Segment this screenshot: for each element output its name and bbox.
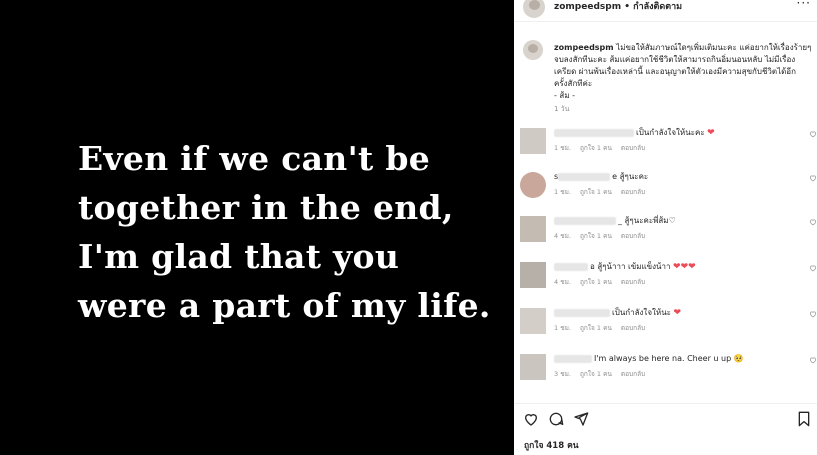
- author-avatar[interactable]: [523, 0, 545, 18]
- like-count[interactable]: ถูกใจ 418 คน: [524, 438, 579, 452]
- post-image: Even if we can't be together in the end,…: [0, 0, 514, 455]
- comment-meta: 3 ชม. ถูกใจ 1 คน ตอบกลับ: [554, 369, 654, 379]
- comment-meta: 1 ชม. ถูกใจ 1 คน ตอบกลับ: [554, 187, 654, 197]
- comment-likes[interactable]: ถูกใจ 1 คน: [580, 188, 612, 196]
- commenter-avatar[interactable]: [520, 172, 546, 198]
- comment-text: e สู้ๆนะคะ: [612, 172, 649, 181]
- comment-text: I'm always be here na. Cheer u up: [594, 354, 732, 363]
- comment-time: 4 ชม.: [554, 278, 571, 286]
- post-caption: zompeedspm ไม่ขอให้สัมภาษณ์ใดๆเพิ่มเติมน…: [554, 42, 812, 102]
- caption-signature: - ส้ม -: [554, 91, 576, 100]
- reply-button[interactable]: ตอบกลับ: [621, 188, 645, 196]
- comment-time: 1 ชม.: [554, 144, 571, 152]
- comment-meta: 4 ชม. ถูกใจ 1 คน ตอบกลับ: [554, 231, 654, 241]
- comment-text: เป็นกำลังใจให้นะ: [612, 308, 671, 317]
- more-options-icon[interactable]: ···: [797, 0, 811, 10]
- commenter-avatar[interactable]: [520, 308, 546, 334]
- comment-text-line: se สู้ๆนะคะ: [554, 171, 648, 183]
- hearts-emoji: ❤❤❤: [673, 262, 696, 272]
- comment-item: _ สู้ๆนะคะพี่ส้ม♡ 4 ชม. ถูกใจ 1 คน ตอบกลับ: [514, 216, 817, 256]
- comment-item: เป็นกำลังใจให้นะ ❤ 1 ชม. ถูกใจ 1 คน ตอบกลั…: [514, 308, 817, 348]
- blurred-username: [554, 128, 634, 137]
- comment-text: เป็นกำลังใจให้นะคะ: [636, 128, 705, 137]
- comment-likes[interactable]: ถูกใจ 1 คน: [580, 370, 612, 378]
- author-username[interactable]: zompeedspm: [554, 2, 621, 12]
- heart-outline-icon[interactable]: [809, 218, 817, 226]
- following-button[interactable]: กำลังติดตาม: [633, 2, 682, 12]
- blurred-username: [558, 172, 611, 181]
- comment-time: 3 ชม.: [554, 370, 571, 378]
- header-line: zompeedspm • กำลังติดตาม: [554, 0, 682, 13]
- commenter-avatar[interactable]: [520, 354, 546, 380]
- reply-button[interactable]: ตอบกลับ: [621, 370, 645, 378]
- comment-likes[interactable]: ถูกใจ 1 คน: [580, 278, 612, 286]
- comment-likes[interactable]: ถูกใจ 1 คน: [580, 324, 612, 332]
- comment-item: อ สู้ๆน้าาา เข้มแข็งน้าา ❤❤❤ 4 ชม. ถูกใจ …: [514, 262, 817, 302]
- comment-icon[interactable]: [548, 411, 564, 427]
- header-separator: •: [624, 2, 630, 12]
- caption-avatar[interactable]: [523, 40, 543, 60]
- caption-username[interactable]: zompeedspm: [554, 43, 614, 52]
- post-side-panel: zompeedspm • กำลังติดตาม ··· zompeedspm …: [514, 0, 817, 455]
- commenter-avatar[interactable]: [520, 262, 546, 288]
- heart-outline-icon[interactable]: [809, 130, 817, 138]
- action-bar: ถูกใจ 418 คน: [514, 403, 817, 455]
- blurred-username: [554, 216, 616, 225]
- bookmark-icon[interactable]: [797, 411, 811, 427]
- blurred-username: [554, 354, 592, 363]
- comment-text: อ สู้ๆน้าาา เข้มแข็งน้าา: [590, 262, 671, 271]
- post-quote-text: Even if we can't be together in the end,…: [78, 139, 491, 325]
- heart-outline-icon[interactable]: [809, 174, 817, 182]
- reply-button[interactable]: ตอบกลับ: [621, 144, 645, 152]
- comment-item: เป็นกำลังใจให้นะคะ ❤ 1 ชม. ถูกใจ 1 คน ตอบก…: [514, 128, 817, 168]
- heart-outline-icon[interactable]: [523, 411, 539, 427]
- comment-item: se สู้ๆนะคะ 1 ชม. ถูกใจ 1 คน ตอบกลับ: [514, 172, 817, 212]
- commenter-avatar[interactable]: [520, 128, 546, 154]
- heart-emoji: ❤: [707, 128, 715, 138]
- comment-text-line: เป็นกำลังใจให้นะ ❤: [554, 307, 681, 319]
- blurred-username: [554, 262, 588, 271]
- heart-outline-icon[interactable]: [809, 264, 817, 272]
- comment-likes[interactable]: ถูกใจ 1 คน: [580, 144, 612, 152]
- comment-time: 4 ชม.: [554, 232, 571, 240]
- comment-text-line: อ สู้ๆน้าาา เข้มแข็งน้าา ❤❤❤: [554, 261, 696, 273]
- comment-time: 1 ชม.: [554, 324, 571, 332]
- heart-emoji: ❤: [673, 308, 682, 318]
- comment-meta: 4 ชม. ถูกใจ 1 คน ตอบกลับ: [554, 277, 654, 287]
- post-header: zompeedspm • กำลังติดตาม ···: [514, 0, 817, 22]
- reply-button[interactable]: ตอบกลับ: [621, 278, 645, 286]
- reply-button[interactable]: ตอบกลับ: [621, 324, 645, 332]
- heart-outline-icon[interactable]: [809, 310, 817, 318]
- comment-text-line: _ สู้ๆนะคะพี่ส้ม♡: [554, 215, 676, 227]
- caption-timestamp: 1 วัน: [554, 105, 570, 113]
- heart-outline-icon[interactable]: [809, 356, 817, 364]
- reply-button[interactable]: ตอบกลับ: [621, 232, 645, 240]
- comment-text: _ สู้ๆนะคะพี่ส้ม♡: [618, 216, 676, 225]
- emoji: 🥺: [733, 354, 744, 363]
- commenter-avatar[interactable]: [520, 216, 546, 242]
- comment-text-line: เป็นกำลังใจให้นะคะ ❤: [554, 127, 715, 139]
- blurred-username: [554, 308, 610, 317]
- comment-text-line: I'm always be here na. Cheer u up 🥺: [554, 353, 744, 365]
- comment-likes[interactable]: ถูกใจ 1 คน: [580, 232, 612, 240]
- comment-item: I'm always be here na. Cheer u up 🥺 3 ชม…: [514, 354, 817, 394]
- comment-meta: 1 ชม. ถูกใจ 1 คน ตอบกลับ: [554, 143, 654, 153]
- share-icon[interactable]: [573, 411, 589, 427]
- comment-meta: 1 ชม. ถูกใจ 1 คน ตอบกลับ: [554, 323, 654, 333]
- comment-time: 1 ชม.: [554, 188, 571, 196]
